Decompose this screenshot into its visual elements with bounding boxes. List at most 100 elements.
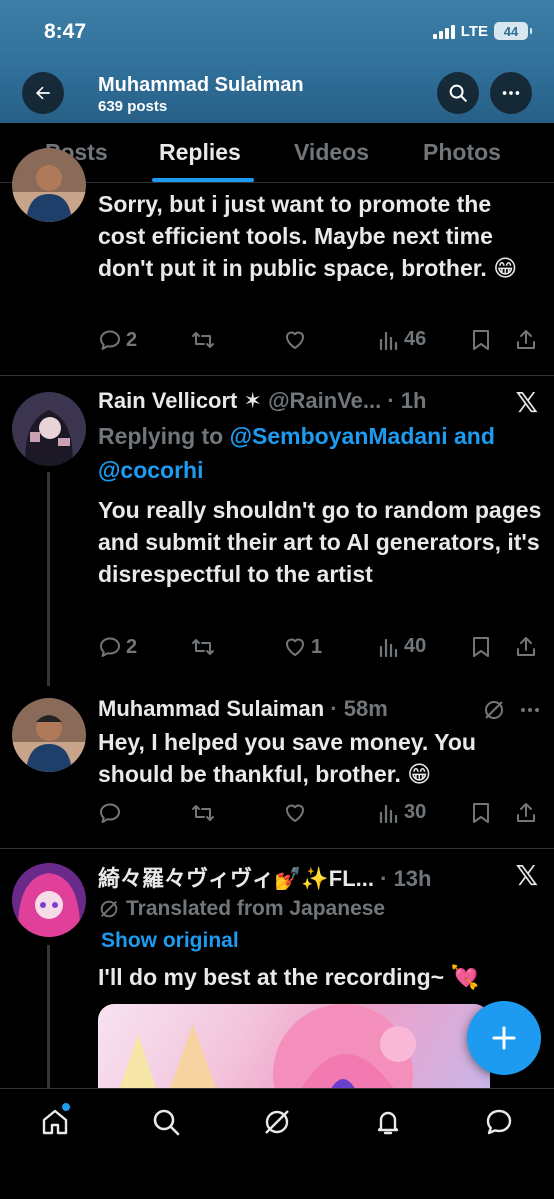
views-icon xyxy=(379,331,398,350)
tab-photos[interactable]: Photos xyxy=(423,139,501,166)
search-button[interactable] xyxy=(437,72,479,114)
search-icon xyxy=(153,1109,180,1136)
nav-search[interactable] xyxy=(149,1105,183,1139)
views-icon xyxy=(379,638,398,657)
bookmark-button[interactable] xyxy=(470,801,492,825)
reply-icon xyxy=(100,637,120,657)
author-handle[interactable]: @RainVe... xyxy=(268,388,381,413)
compose-button[interactable] xyxy=(467,1001,541,1075)
avatar-image xyxy=(12,698,86,772)
tweet-actions: 2 46 xyxy=(98,328,544,358)
grok-icon xyxy=(100,900,118,918)
profile-name: Muhammad Sulaiman xyxy=(98,74,304,96)
tweet-text: Hey, I helped you save money. You should… xyxy=(98,729,476,787)
share-button[interactable] xyxy=(514,328,538,352)
avatar[interactable] xyxy=(12,698,86,772)
compose-icon xyxy=(492,1026,516,1050)
replying-label: Replying to xyxy=(98,423,230,449)
avatar-image xyxy=(12,148,86,222)
back-button[interactable] xyxy=(22,72,64,114)
tab-replies[interactable]: Replies xyxy=(159,139,241,166)
battery-level: 44 xyxy=(503,23,519,39)
repost-button[interactable] xyxy=(190,801,216,825)
reply-button[interactable]: 2 xyxy=(98,635,137,659)
avatar-image xyxy=(12,863,86,937)
tweet[interactable]: Rain Vellicort ✶ @RainVe... · 1h 𝕏 Reply… xyxy=(0,376,554,686)
reply-count: 2 xyxy=(126,635,138,658)
back-arrow-icon xyxy=(36,86,50,100)
avatar-image xyxy=(12,392,86,466)
search-icon xyxy=(449,84,467,102)
avatar[interactable] xyxy=(12,863,86,937)
thread-line xyxy=(47,945,50,1088)
reply-button[interactable]: 2 xyxy=(98,328,137,352)
like-icon xyxy=(286,804,304,822)
share-icon xyxy=(517,330,535,349)
author-name[interactable]: Rain Vellicort ✶ xyxy=(98,388,262,413)
tweet-time: · 13h xyxy=(380,866,432,891)
views-icon xyxy=(379,804,398,823)
more-button[interactable] xyxy=(490,72,532,114)
bookmark-icon xyxy=(473,330,489,350)
avatar[interactable] xyxy=(12,392,86,466)
author-name[interactable]: Muhammad Sulaiman xyxy=(98,696,324,721)
tweet-text: Sorry, but i just want to promote the co… xyxy=(98,191,518,281)
bookmark-button[interactable] xyxy=(470,328,492,352)
x-logo-icon: 𝕏 xyxy=(515,387,538,418)
author-name[interactable]: 綺々羅々ヴィヴィ💅✨FL... xyxy=(98,866,374,891)
share-button[interactable] xyxy=(514,801,538,825)
avatar[interactable] xyxy=(12,148,86,222)
like-count: 1 xyxy=(311,635,323,658)
profile-header: 8:47 LTE 44 Muhammad Sulaiman 639 posts xyxy=(0,0,554,123)
posts-count: 639 posts xyxy=(98,98,168,115)
tweet-time: · 1h xyxy=(387,388,427,413)
tweet[interactable]: Muhammad Sulaiman · 58m Hey, I helped yo… xyxy=(0,686,554,848)
views-button[interactable]: 30 xyxy=(378,801,426,824)
views-button[interactable]: 40 xyxy=(378,635,426,658)
views-button[interactable]: 46 xyxy=(378,328,426,351)
network-label: LTE xyxy=(460,22,488,40)
header-nav: Muhammad Sulaiman 639 posts xyxy=(0,72,554,116)
reply-button[interactable] xyxy=(98,801,122,825)
like-button[interactable] xyxy=(283,328,307,352)
chat-bubble-icon xyxy=(486,1109,512,1135)
x-logo-icon: 𝕏 xyxy=(515,860,538,891)
bottom-navigation xyxy=(0,1088,554,1199)
reply-icon xyxy=(100,330,120,350)
tweet-author-line: Rain Vellicort ✶ @RainVe... · 1h xyxy=(98,388,426,414)
nav-messages[interactable] xyxy=(482,1105,516,1139)
reply-icon xyxy=(100,803,120,823)
replying-to: Replying to @SemboyanMadani and @cocorhi xyxy=(98,419,544,487)
bookmark-button[interactable] xyxy=(470,635,492,659)
share-icon xyxy=(517,803,535,822)
bell-icon xyxy=(377,1111,399,1135)
like-button[interactable]: 1 xyxy=(283,635,322,659)
tweet-time: · 58m xyxy=(330,696,388,721)
grok-icon[interactable] xyxy=(482,698,506,722)
grok-icon xyxy=(265,1110,289,1134)
tweet[interactable]: Sorry, but i just want to promote the co… xyxy=(0,148,554,376)
active-tab-indicator xyxy=(152,178,254,182)
tweet-actions: 30 xyxy=(98,801,544,831)
views-count: 46 xyxy=(404,328,427,350)
translated-label: Translated from Japanese xyxy=(126,897,386,920)
like-button[interactable] xyxy=(283,801,307,825)
views-count: 30 xyxy=(404,801,427,823)
repost-button[interactable] xyxy=(190,328,216,352)
thread-line xyxy=(47,472,50,686)
repost-button[interactable] xyxy=(190,635,216,659)
show-original-link[interactable]: Show original xyxy=(101,929,239,953)
tab-videos[interactable]: Videos xyxy=(294,139,369,166)
tweet-actions: 2 1 40 xyxy=(98,635,544,665)
media-artwork xyxy=(118,1004,416,1094)
home-notification-dot xyxy=(62,1103,70,1111)
status-indicators: LTE 44 xyxy=(432,22,532,40)
more-icon[interactable] xyxy=(518,698,542,722)
translated-notice: Translated from Japanese xyxy=(98,897,385,921)
tweet-media-image[interactable] xyxy=(98,1004,490,1094)
nav-grok[interactable] xyxy=(260,1105,294,1139)
nav-notifications[interactable] xyxy=(371,1105,405,1139)
share-button[interactable] xyxy=(514,635,538,659)
tweet-text: You really shouldn't go to random pages … xyxy=(98,497,542,587)
like-icon xyxy=(286,331,304,349)
